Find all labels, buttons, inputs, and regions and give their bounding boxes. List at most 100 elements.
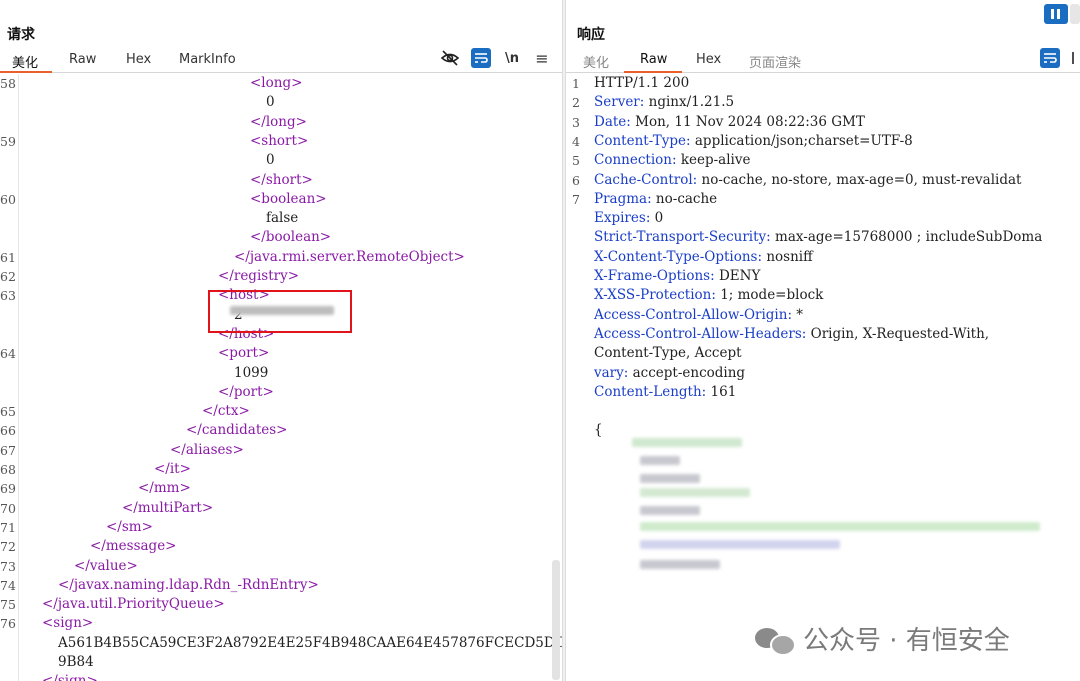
header-value: 161 (706, 383, 737, 400)
header-name: X-Frame-Options (594, 268, 711, 284)
header-name: Content-Length (594, 383, 702, 400)
header-value: 0 (650, 210, 664, 227)
xml-tag: <port> (218, 345, 270, 362)
response-editor[interactable]: 1 HTTP/1.1 200 2 Server: nginx/1.21.5 3 Date:… (566, 74, 1080, 681)
response-line: Expires: 0 (566, 209, 1080, 228)
xml-tag: </aliases> (170, 441, 244, 458)
newline-toggle-icon[interactable]: \n (502, 48, 522, 68)
xml-tag: </javax.naming.ldap.Rdn_-RdnEntry> (58, 576, 319, 593)
xml-tag: </it> (154, 461, 191, 477)
tab-pretty[interactable]: 美化 (583, 52, 609, 71)
xml-tag: </short> (250, 171, 313, 188)
code-line: 9B84 (0, 653, 562, 672)
response-line: 1 HTTP/1.1 200 (566, 74, 1080, 93)
code-line: 65 </ctx> (0, 402, 562, 421)
layout-toggle[interactable] (1044, 4, 1080, 24)
code-line: </port> (0, 383, 562, 402)
code-line: 59 <short> (0, 132, 562, 151)
line-number: 59 (0, 133, 16, 149)
header-value: max-age=15768000 ; includeSubDoma (770, 229, 1043, 246)
hide-eye-icon[interactable] (440, 48, 460, 68)
request-pane: 请求 美化 Raw Hex MarkInfo \n ≡ 58 <long> 0 </l… (0, 0, 562, 681)
tab-raw[interactable]: Raw (69, 52, 96, 67)
tab-markinfo[interactable]: MarkInfo (179, 52, 236, 67)
code-line: A561B4B55CA59CE3F2A8792E4E25F4B948CAAE64… (0, 634, 562, 653)
line-number: 62 (0, 269, 16, 284)
code-line: 68 </it> (0, 460, 562, 479)
line-number: 5 (572, 153, 580, 169)
header-name: Date (594, 113, 627, 130)
line-number: 69 (0, 481, 16, 497)
active-tab-indicator (0, 71, 52, 73)
tab-pretty[interactable]: 美化 (12, 52, 38, 71)
line-number: 72 (0, 539, 16, 555)
code-line: </sign> (0, 672, 562, 681)
header-value: keep-alive (676, 152, 751, 169)
response-line: 5 Connection: keep-alive (566, 151, 1080, 170)
line-number: 67 (0, 442, 16, 458)
header-value: Origin, X-Requested-With, (806, 325, 990, 342)
xml-value: A561B4B55CA59CE3F2A8792E4E25F4B948CAAE64… (58, 634, 562, 651)
menu-icon[interactable]: ≡ (532, 48, 552, 68)
code-line: 0 (0, 151, 562, 170)
header-value: accept-encoding (628, 364, 746, 381)
code-line: 1099 (0, 364, 562, 383)
response-title: 响应 (577, 27, 605, 43)
request-editor[interactable]: 58 <long> 0 </long> 59 <short> 0 </short> 60 <boo… (0, 74, 562, 681)
request-title: 请求 (7, 27, 35, 43)
watermark-text: 公众号 · 有恒安全 (803, 626, 1010, 656)
code-line: false (0, 209, 562, 228)
code-line: 71 </sm> (0, 518, 562, 537)
tab-raw[interactable]: Raw (640, 52, 667, 67)
code-line: </boolean> (0, 228, 562, 247)
line-number: 6 (572, 172, 580, 188)
code-line: 75 </java.util.PriorityQueue> (0, 595, 562, 614)
newline-toggle-icon[interactable] (1070, 48, 1080, 68)
header-value: * (792, 306, 804, 323)
header-name: Content-Type (594, 132, 687, 149)
header-name: Access-Control-Allow-Headers (594, 325, 802, 342)
split-view-icon[interactable] (1044, 4, 1068, 24)
xml-value: 0 (266, 94, 275, 111)
wrap-lines-icon[interactable] (1040, 48, 1060, 68)
code-line: 74 </javax.naming.ldap.Rdn_-RdnEntry> (0, 576, 562, 595)
xml-value: 0 (266, 152, 275, 169)
header-name: X-Content-Type-Options (594, 248, 758, 265)
wrap-lines-icon[interactable] (471, 48, 491, 68)
response-line: Access-Control-Allow-Origin: * (566, 306, 1080, 325)
code-line: 72 </message> (0, 537, 562, 556)
xml-tag: </registry> (218, 268, 300, 284)
header-value: DENY (714, 268, 761, 284)
line-number: 60 (0, 191, 16, 207)
line-number: 61 (0, 249, 16, 265)
xml-tag: </sign> (42, 672, 98, 681)
code-line: 70 </multiPart> (0, 499, 562, 518)
stacked-view-icon[interactable] (1070, 4, 1080, 24)
header-value: Content-Type, Accept (594, 345, 742, 362)
line-number: 64 (0, 346, 16, 362)
xml-value: 9B84 (58, 654, 94, 670)
code-line: 67 </aliases> (0, 441, 562, 460)
vertical-scrollbar[interactable] (552, 560, 560, 680)
tab-hex[interactable]: Hex (696, 52, 721, 67)
response-line: X-Content-Type-Options: nosniff (566, 248, 1080, 267)
xml-tag: </multiPart> (122, 499, 214, 516)
code-line: 69 </mm> (0, 479, 562, 498)
header-name: Access-Control-Allow-Origin (594, 306, 788, 323)
response-tab-bar: 美化 Raw Hex 页面渲染 (566, 48, 1080, 73)
header-value: no-cache (651, 190, 718, 207)
code-line: 73 </value> (0, 557, 562, 576)
xml-tag: </port> (218, 383, 274, 400)
header-name: HTTP/1.1 200 (594, 75, 690, 91)
response-line: 4 Content-Type: application/json;charset=… (566, 132, 1080, 151)
xml-tag: <sign> (42, 615, 94, 632)
tab-hex[interactable]: Hex (126, 52, 151, 67)
header-value: { (594, 422, 603, 439)
code-line: 58 <long> (0, 74, 562, 93)
active-tab-indicator (624, 71, 682, 73)
wechat-logo-icon (755, 624, 796, 656)
tab-render[interactable]: 页面渲染 (749, 52, 801, 71)
response-line: vary: accept-encoding (566, 364, 1080, 383)
request-tab-bar: 美化 Raw Hex MarkInfo \n ≡ (0, 48, 562, 73)
header-value: no-cache, no-store, max-age=0, must-reva… (697, 171, 1022, 188)
